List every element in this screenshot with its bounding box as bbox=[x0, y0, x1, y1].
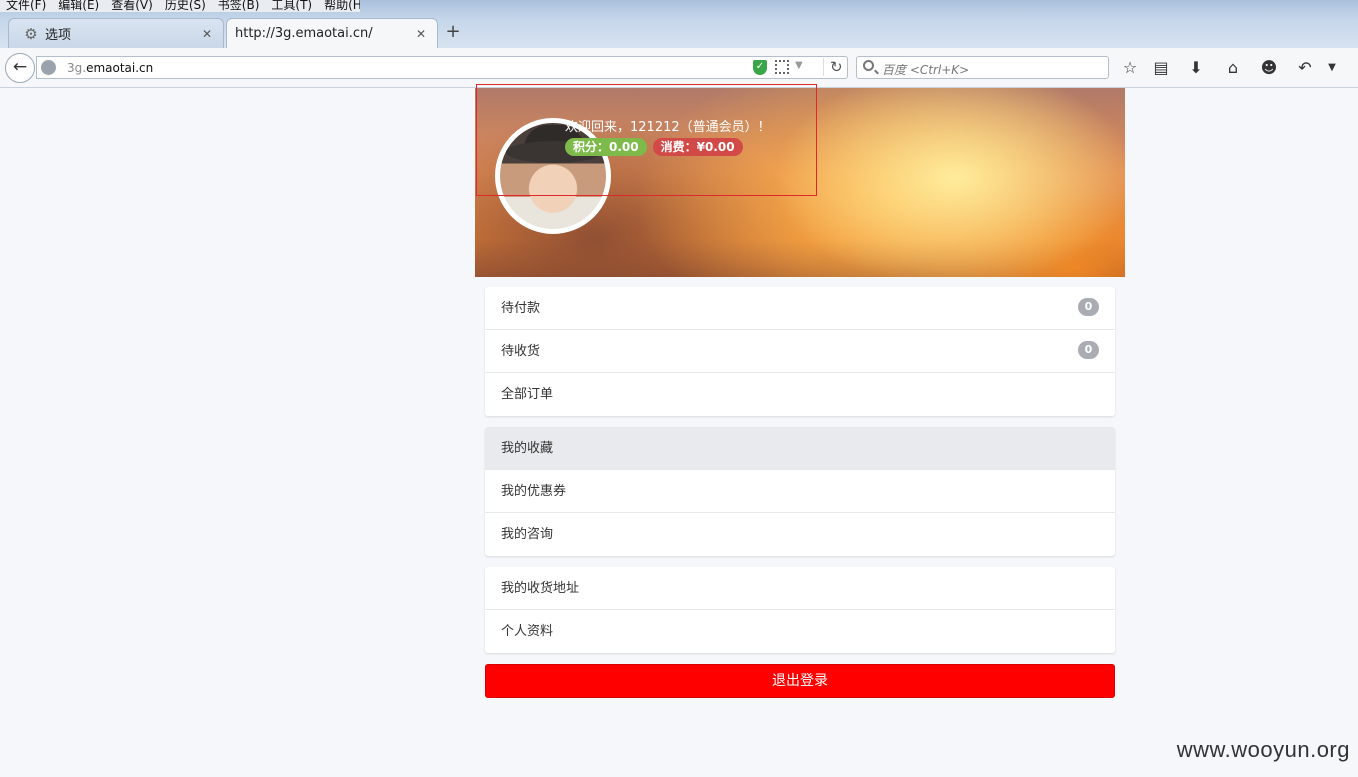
reload-icon[interactable]: ↻ bbox=[823, 58, 843, 76]
menu-item-pending-receipt[interactable]: 待收货 0 bbox=[485, 330, 1115, 373]
menu-item-coupons[interactable]: 我的优惠券 bbox=[485, 470, 1115, 513]
back-button[interactable]: ← bbox=[5, 53, 35, 83]
badge-row: 积分：0.00 消费：¥0.00 bbox=[565, 138, 743, 156]
menu-item-personal-info[interactable]: 个人资料 bbox=[485, 610, 1115, 653]
chat-icon[interactable]: ☻ bbox=[1257, 56, 1281, 80]
welcome-message: 欢迎回来，121212（普通会员）！ bbox=[565, 120, 771, 135]
tab-title: 选项 bbox=[45, 28, 72, 43]
undo-dropdown-icon[interactable]: ▼ bbox=[1320, 56, 1344, 80]
url-text[interactable]: 3g.emaotai.cn bbox=[67, 61, 153, 75]
search-placeholder: 百度 <Ctrl+K> bbox=[882, 63, 970, 77]
menu-item-inquiries[interactable]: 我的咨询 bbox=[485, 513, 1115, 556]
close-icon[interactable]: ✕ bbox=[413, 27, 429, 41]
reading-list-icon[interactable]: ▤ bbox=[1149, 56, 1173, 80]
menu-item-label: 个人资料 bbox=[501, 624, 554, 639]
search-bar[interactable]: 百度 <Ctrl+K> bbox=[856, 56, 1109, 79]
menu-file[interactable]: 文件(F) bbox=[6, 0, 46, 12]
home-icon[interactable]: ⌂ bbox=[1221, 56, 1245, 80]
account-group: 我的收藏 我的优惠券 我的咨询 bbox=[485, 427, 1115, 556]
qr-code-icon[interactable] bbox=[775, 60, 789, 74]
menu-bookmarks[interactable]: 书签(B) bbox=[218, 0, 260, 12]
url-subdomain: 3g. bbox=[67, 61, 87, 75]
menu-history[interactable]: 历史(S) bbox=[165, 0, 206, 12]
spent-badge: 消费：¥0.00 bbox=[652, 138, 743, 156]
page-content: 欢迎回来，121212（普通会员）！ 积分：0.00 消费：¥0.00 待付款 … bbox=[0, 84, 1358, 777]
menu-item-label: 我的收货地址 bbox=[501, 581, 580, 596]
menu-item-pending-payment[interactable]: 待付款 0 bbox=[485, 287, 1115, 330]
avatar[interactable] bbox=[495, 118, 611, 234]
menu-item-label: 待收货 bbox=[501, 344, 541, 359]
close-icon[interactable]: ✕ bbox=[199, 27, 215, 41]
menu-item-label: 待付款 bbox=[501, 301, 541, 316]
menu-help[interactable]: 帮助(H) bbox=[324, 0, 360, 12]
menu-bar: 文件(F) 编辑(E) 查看(V) 历史(S) 书签(B) 工具(T) 帮助(H… bbox=[0, 0, 360, 12]
download-icon[interactable]: ⬇ bbox=[1184, 56, 1208, 80]
points-badge: 积分：0.00 bbox=[565, 138, 647, 156]
menu-item-label: 我的咨询 bbox=[501, 527, 554, 542]
url-domain: emaotai.cn bbox=[86, 61, 154, 75]
search-icon bbox=[863, 60, 874, 71]
undo-icon[interactable]: ↶ bbox=[1293, 56, 1317, 80]
profile-group: 我的收货地址 个人资料 bbox=[485, 567, 1115, 653]
count-badge: 0 bbox=[1078, 341, 1099, 359]
menu-item-label: 全部订单 bbox=[501, 387, 554, 402]
count-badge: 0 bbox=[1078, 298, 1099, 316]
dropdown-arrow-icon[interactable]: ▼ bbox=[795, 60, 803, 71]
profile-banner: 欢迎回来，121212（普通会员）！ 积分：0.00 消费：¥0.00 bbox=[475, 88, 1125, 277]
tab-title: http://3g.emaotai.cn/ bbox=[235, 26, 373, 41]
menu-item-label: 我的收藏 bbox=[501, 441, 554, 456]
menu-tools[interactable]: 工具(T) bbox=[271, 0, 312, 12]
watermark: www.wooyun.org bbox=[1176, 737, 1350, 762]
tab-options[interactable]: ⚙ 选项 ✕ bbox=[8, 18, 224, 48]
url-bar[interactable]: 3g.emaotai.cn ✓ ▼ ↻ bbox=[36, 56, 848, 79]
menu-view[interactable]: 查看(V) bbox=[111, 0, 153, 12]
new-tab-button[interactable]: + bbox=[444, 22, 462, 42]
menu-item-label: 我的优惠券 bbox=[501, 484, 567, 499]
gear-icon: ⚙ bbox=[24, 24, 38, 43]
bookmark-star-icon[interactable]: ☆ bbox=[1118, 56, 1142, 80]
navigation-bar: ← 3g.emaotai.cn ✓ ▼ ↻ 百度 <Ctrl+K> ☆ ▤ ⬇ … bbox=[0, 48, 1358, 88]
menu-item-all-orders[interactable]: 全部订单 bbox=[485, 373, 1115, 416]
globe-icon bbox=[41, 60, 56, 75]
menu-edit[interactable]: 编辑(E) bbox=[58, 0, 99, 12]
shield-icon[interactable]: ✓ bbox=[753, 60, 767, 75]
logout-button[interactable]: 退出登录 bbox=[485, 664, 1115, 698]
menu-item-favorites[interactable]: 我的收藏 bbox=[485, 427, 1115, 470]
tab-emaotai[interactable]: http://3g.emaotai.cn/ ✕ bbox=[226, 18, 438, 48]
menu-item-addresses[interactable]: 我的收货地址 bbox=[485, 567, 1115, 610]
orders-group: 待付款 0 待收货 0 全部订单 bbox=[485, 287, 1115, 416]
